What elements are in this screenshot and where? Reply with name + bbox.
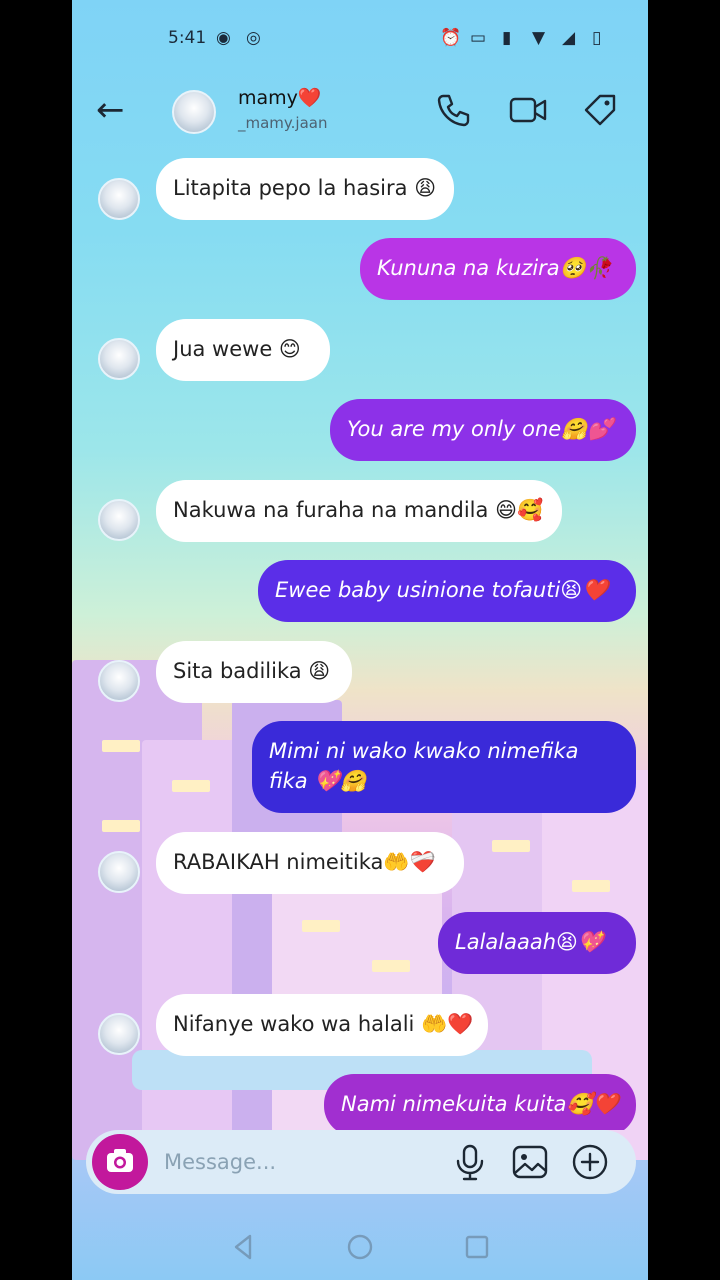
message-list[interactable]: Litapita pepo la hasira 😩 Kununa na kuzi…	[72, 150, 648, 1130]
cast-icon: ▭	[470, 28, 487, 48]
recents-nav-icon[interactable]	[460, 1230, 494, 1264]
avatar[interactable]	[98, 338, 140, 380]
avatar[interactable]	[98, 178, 140, 220]
battery-icon: ▯	[592, 28, 602, 48]
avatar[interactable]	[98, 499, 140, 541]
message-bubble-outgoing[interactable]: Kununa na kuzira🥺🥀	[360, 238, 636, 300]
avatar[interactable]	[98, 1013, 140, 1055]
gallery-icon[interactable]	[510, 1142, 550, 1182]
message-composer	[86, 1130, 636, 1194]
message-bubble-outgoing[interactable]: You are my only one🤗💕	[330, 399, 636, 461]
alarm-icon: ⏰	[440, 28, 462, 48]
chat-header: ← mamy❤️ _mamy.jaan	[72, 80, 648, 144]
microphone-icon[interactable]	[450, 1142, 490, 1182]
signal-icon: ◢	[562, 28, 576, 48]
vpn-icon: ◎	[246, 28, 261, 48]
status-time: 5:41	[168, 28, 207, 48]
message-bubble-incoming[interactable]: RABAIKAH nimeitika🤲❤️‍🩹	[156, 832, 464, 894]
chat-screen: 5:41 ◉ ◎ ⏰ ▭ ▮ ▼ ◢ ▯ ← mamy❤️ _mamy.jaan…	[72, 0, 648, 1280]
message-bubble-outgoing[interactable]: Mimi ni wako kwako nimefika fika 💖🤗	[252, 721, 636, 813]
status-bar: 5:41 ◉ ◎ ⏰ ▭ ▮ ▼ ◢ ▯	[72, 22, 648, 56]
back-arrow-icon[interactable]: ←	[96, 90, 125, 130]
message-bubble-outgoing[interactable]: Lalalaaah😫💖	[438, 912, 636, 974]
camera-icon	[107, 1149, 133, 1172]
wifi-icon: ▼	[532, 28, 546, 48]
message-input[interactable]	[162, 1144, 426, 1180]
message-bubble-incoming[interactable]: Litapita pepo la hasira 😩	[156, 158, 454, 220]
home-nav-icon[interactable]	[343, 1230, 377, 1264]
avatar[interactable]	[172, 90, 216, 134]
avatar[interactable]	[98, 851, 140, 893]
system-nav-bar	[72, 1222, 648, 1272]
record-icon: ◉	[216, 28, 231, 48]
message-bubble-incoming[interactable]: Nakuwa na furaha na mandila 😄🥰	[156, 480, 562, 542]
contact-name[interactable]: mamy❤️	[238, 86, 322, 109]
camera-button[interactable]	[92, 1134, 148, 1190]
message-bubble-incoming[interactable]: Nifanye wako wa halali 🤲❤️	[156, 994, 488, 1056]
phone-icon[interactable]	[434, 90, 474, 130]
vibrate-icon: ▮	[502, 28, 512, 48]
back-nav-icon[interactable]	[226, 1230, 260, 1264]
avatar[interactable]	[98, 660, 140, 702]
tag-icon[interactable]	[580, 90, 620, 130]
message-bubble-outgoing[interactable]: Nami nimekuita kuita🥰❤️	[324, 1074, 636, 1130]
video-icon[interactable]	[508, 90, 548, 130]
add-icon[interactable]	[570, 1142, 610, 1182]
contact-username: _mamy.jaan	[238, 114, 328, 132]
message-bubble-outgoing[interactable]: Ewee baby usinione tofauti😫❤️	[258, 560, 636, 622]
message-bubble-incoming[interactable]: Sita badilika 😩	[156, 641, 352, 703]
message-bubble-incoming[interactable]: Jua wewe 😊	[156, 319, 330, 381]
